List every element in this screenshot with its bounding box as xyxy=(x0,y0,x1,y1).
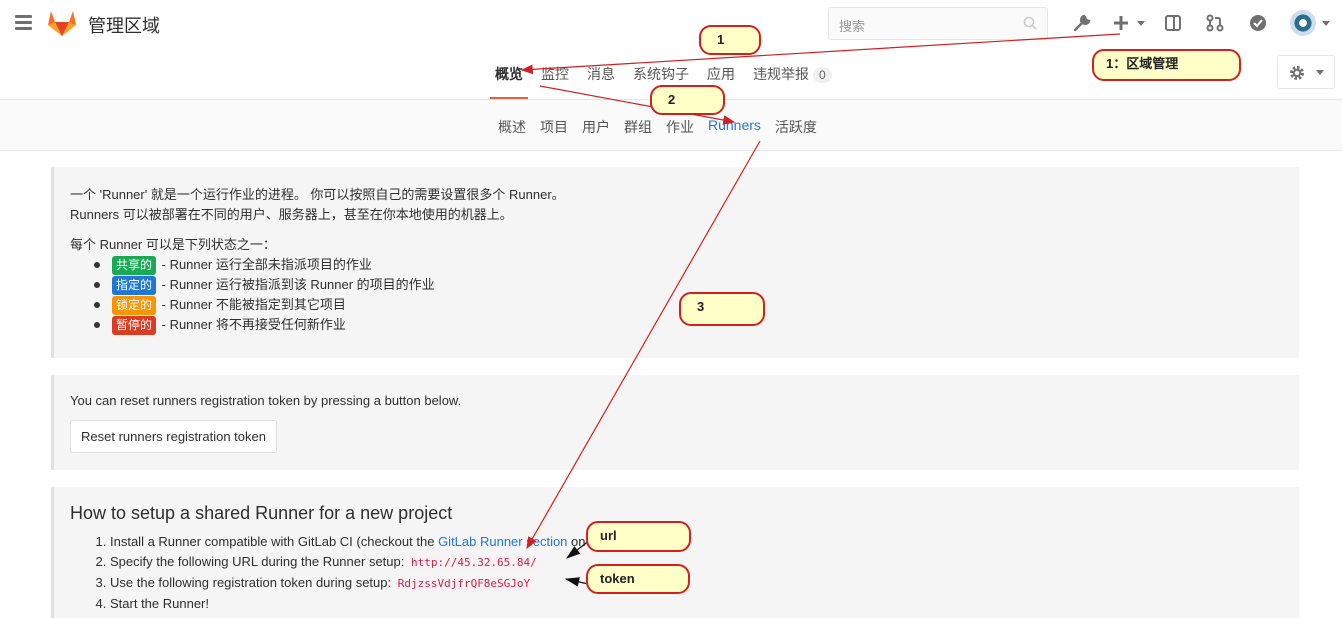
callout-token: token xyxy=(586,564,690,594)
callout-3: 3 xyxy=(679,292,765,326)
arrow-3 xyxy=(526,140,761,550)
callout-1-admin-area: 1：区域管理 xyxy=(1092,49,1241,81)
arrow-token xyxy=(564,577,589,587)
callout-url: url xyxy=(586,521,691,552)
callout-1: 1 xyxy=(699,25,761,55)
callout-2: 2 xyxy=(650,85,725,115)
arrow-1 xyxy=(520,33,1121,75)
